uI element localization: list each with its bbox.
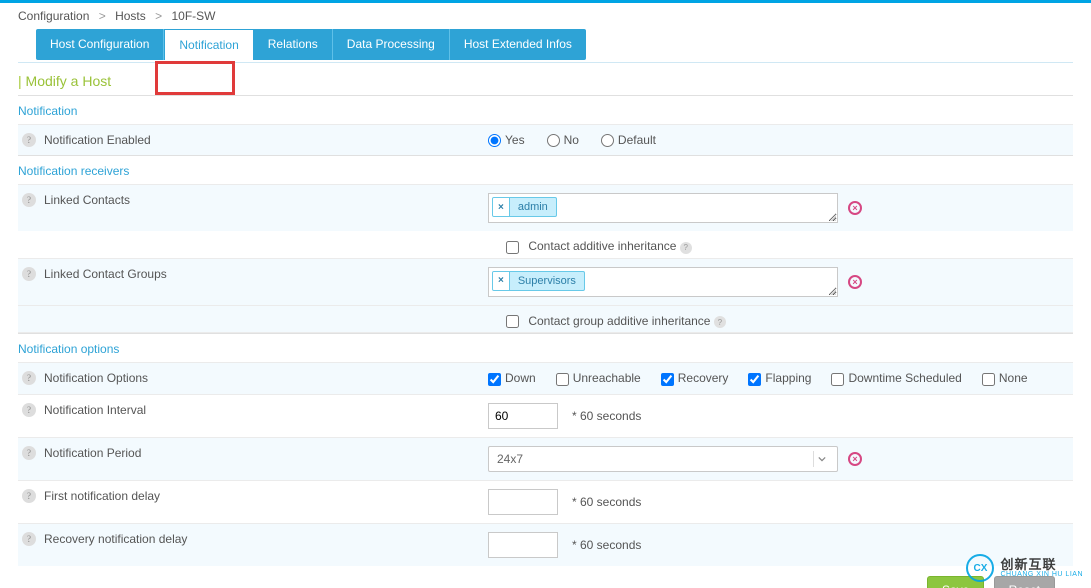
interval-input[interactable]: [488, 403, 558, 429]
row-notification-options: ? Notification Options Down Unreachable …: [18, 362, 1073, 393]
radio-group-enabled: Yes No Default: [488, 133, 1073, 147]
breadcrumb-hosts[interactable]: Hosts: [115, 9, 146, 23]
help-icon[interactable]: ?: [22, 446, 36, 460]
help-icon[interactable]: ?: [22, 403, 36, 417]
row-contact-group-additive: Contact group additive inheritance ?: [18, 305, 1073, 334]
row-linked-contact-groups: ? Linked Contact Groups × Supervisors ×: [18, 258, 1073, 305]
breadcrumb-sep: >: [99, 9, 106, 23]
section-options: Notification options: [18, 333, 1073, 362]
tab-host-configuration[interactable]: Host Configuration: [36, 29, 164, 60]
row-first-delay: ? First notification delay * 60 seconds: [18, 480, 1073, 523]
help-icon[interactable]: ?: [714, 316, 726, 328]
tag-admin: × admin: [492, 197, 557, 217]
help-icon[interactable]: ?: [22, 371, 36, 385]
breadcrumb: Configuration > Hosts > 10F-SW: [0, 3, 1091, 29]
help-icon[interactable]: ?: [22, 267, 36, 281]
check-down[interactable]: Down: [488, 371, 536, 385]
interval-unit: * 60 seconds: [572, 409, 641, 423]
label-linked-contact-groups: Linked Contact Groups: [44, 267, 167, 281]
section-receivers: Notification receivers: [18, 155, 1073, 184]
check-none[interactable]: None: [982, 371, 1028, 385]
tag-remove-icon[interactable]: ×: [493, 198, 510, 216]
first-delay-unit: * 60 seconds: [572, 495, 641, 509]
chevron-down-icon: [813, 451, 829, 467]
radio-yes[interactable]: Yes: [488, 133, 525, 147]
button-row: Save Reset: [18, 566, 1073, 588]
clear-icon[interactable]: ×: [848, 452, 862, 466]
clear-icon[interactable]: ×: [848, 275, 862, 289]
row-recovery-delay: ? Recovery notification delay * 60 secon…: [18, 523, 1073, 566]
tab-host-extended-infos[interactable]: Host Extended Infos: [450, 29, 586, 60]
checkbox-contact-group-additive[interactable]: [506, 315, 519, 328]
label-recovery-delay: Recovery notification delay: [44, 532, 187, 546]
radio-no[interactable]: No: [547, 133, 579, 147]
checkbox-contact-additive[interactable]: [506, 241, 519, 254]
help-icon[interactable]: ?: [22, 489, 36, 503]
breadcrumb-root[interactable]: Configuration: [18, 9, 89, 23]
radio-default[interactable]: Default: [601, 133, 656, 147]
page-title: | Modify a Host: [18, 62, 1073, 95]
label-notification-period: Notification Period: [44, 446, 141, 460]
first-delay-input[interactable]: [488, 489, 558, 515]
recovery-delay-input[interactable]: [488, 532, 558, 558]
check-unreachable[interactable]: Unreachable: [556, 371, 641, 385]
tag-remove-icon[interactable]: ×: [493, 272, 510, 290]
check-downtime-scheduled[interactable]: Downtime Scheduled: [831, 371, 961, 385]
check-flapping[interactable]: Flapping: [748, 371, 811, 385]
clear-icon[interactable]: ×: [848, 201, 862, 215]
recovery-delay-unit: * 60 seconds: [572, 538, 641, 552]
label-notification-interval: Notification Interval: [44, 403, 146, 417]
tab-data-processing[interactable]: Data Processing: [333, 29, 450, 60]
check-recovery[interactable]: Recovery: [661, 371, 729, 385]
tab-notification[interactable]: Notification: [164, 29, 253, 60]
row-notification-period: ? Notification Period 24x7 ×: [18, 437, 1073, 480]
tabs: Host Configuration Notification Relation…: [36, 29, 1055, 60]
row-linked-contacts: ? Linked Contacts × admin ×: [18, 184, 1073, 231]
section-notification: Notification: [18, 95, 1073, 124]
row-notification-interval: ? Notification Interval * 60 seconds: [18, 394, 1073, 437]
breadcrumb-sep: >: [155, 9, 162, 23]
label-notification-enabled: Notification Enabled: [44, 133, 151, 147]
linked-contact-groups-input[interactable]: × Supervisors: [488, 267, 838, 297]
help-icon[interactable]: ?: [680, 242, 692, 254]
help-icon[interactable]: ?: [22, 193, 36, 207]
tab-relations[interactable]: Relations: [254, 29, 333, 60]
period-select[interactable]: 24x7: [488, 446, 838, 472]
help-icon[interactable]: ?: [22, 133, 36, 147]
watermark-logo-icon: CX: [966, 554, 994, 582]
label-first-delay: First notification delay: [44, 489, 160, 503]
watermark: CX 创新互联 CHUANG XIN HU LIAN: [966, 554, 1083, 582]
help-icon[interactable]: ?: [22, 532, 36, 546]
label-notification-options: Notification Options: [44, 371, 148, 385]
label-linked-contacts: Linked Contacts: [44, 193, 130, 207]
row-notification-enabled: ? Notification Enabled Yes No Default: [18, 124, 1073, 155]
linked-contacts-input[interactable]: × admin: [488, 193, 838, 223]
breadcrumb-leaf: 10F-SW: [171, 9, 215, 23]
row-contact-additive: Contact additive inheritance ?: [18, 231, 1073, 258]
tag-supervisors: × Supervisors: [492, 271, 585, 291]
